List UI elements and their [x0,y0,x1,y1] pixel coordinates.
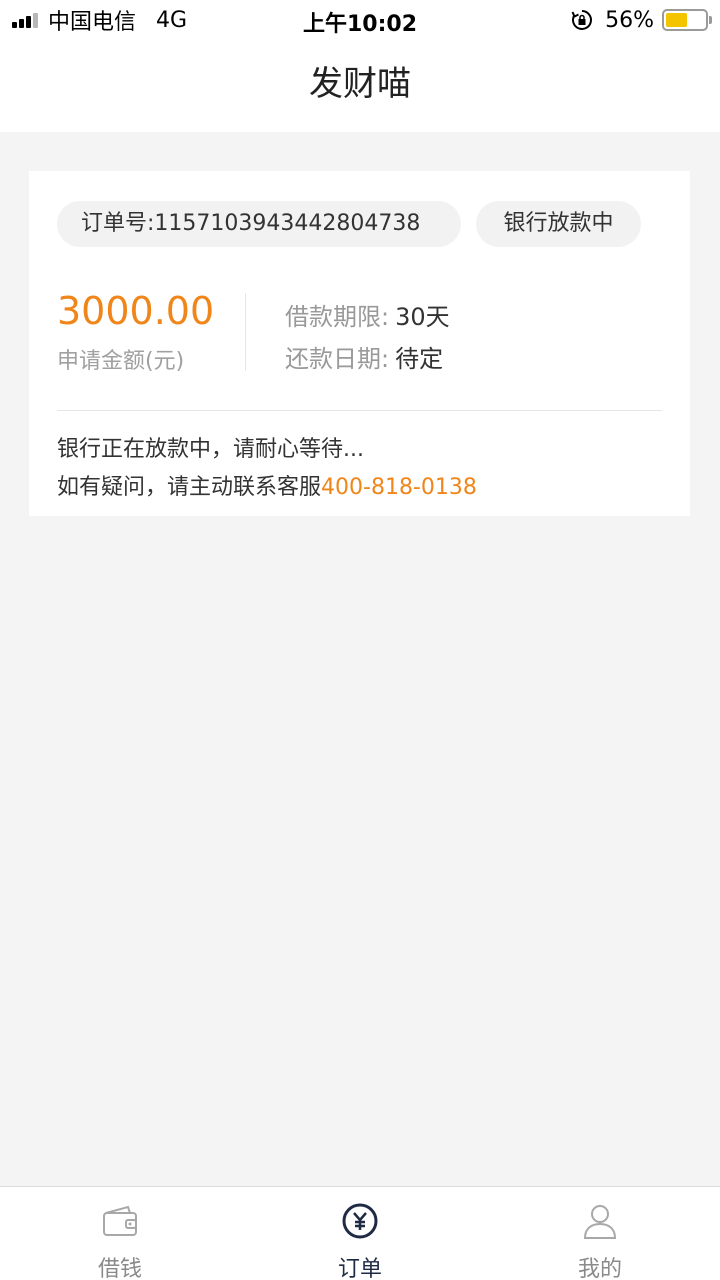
tab-bar: 借钱 订单 我的 [0,1186,720,1280]
service-phone-link[interactable]: 400-818-0138 [321,475,477,500]
status-right: 56% [571,6,712,34]
loan-term-row: 借款期限: 30天 [285,297,450,332]
battery-icon [662,9,712,31]
horizontal-divider [57,410,662,411]
vertical-divider [245,293,246,371]
tab-borrow-label: 借钱 [97,1257,142,1280]
tab-orders-label: 订单 [337,1257,382,1280]
loan-amount-label: 申请金额(元) [57,349,185,374]
battery-percentage: 56% [605,7,654,33]
yen-circle-icon [342,1203,378,1239]
tab-borrow[interactable]: 借钱 [0,1187,240,1280]
tab-orders[interactable]: 订单 [240,1187,480,1280]
repay-date-value: 待定 [395,345,444,373]
rotation-lock-icon [571,10,593,30]
nav-bar: 发财喵 [0,40,720,132]
loan-term-value: 30天 [395,303,450,331]
status-badge: 银行放款中 [476,201,641,247]
contact-message: 如有疑问，请主动联系客服400-818-0138 [57,469,477,501]
loan-amount: 3000.00 [57,289,215,333]
user-icon [583,1205,617,1239]
battery-level [666,13,688,27]
order-card: 订单号:1157103943442804738 银行放款中 3000.00 申请… [29,171,690,516]
tab-mine-label: 我的 [577,1257,622,1280]
order-number: 1157103943442804738 [154,211,421,236]
tab-mine[interactable]: 我的 [480,1187,720,1280]
repay-date-label: 还款日期: [285,345,390,373]
repay-date-row: 还款日期: 待定 [285,339,443,374]
status-message: 银行正在放款中，请耐心等待... [57,437,364,462]
order-number-label: 订单号: [81,211,155,236]
page-title: 发财喵 [309,64,411,104]
contact-message-text: 如有疑问，请主动联系客服 [57,475,322,500]
status-bar: 中国电信 4G 上午10:02 56% [0,0,720,40]
wallet-icon [103,1205,137,1236]
order-number-pill: 订单号:1157103943442804738 [57,201,461,247]
loan-term-label: 借款期限: [285,303,390,331]
